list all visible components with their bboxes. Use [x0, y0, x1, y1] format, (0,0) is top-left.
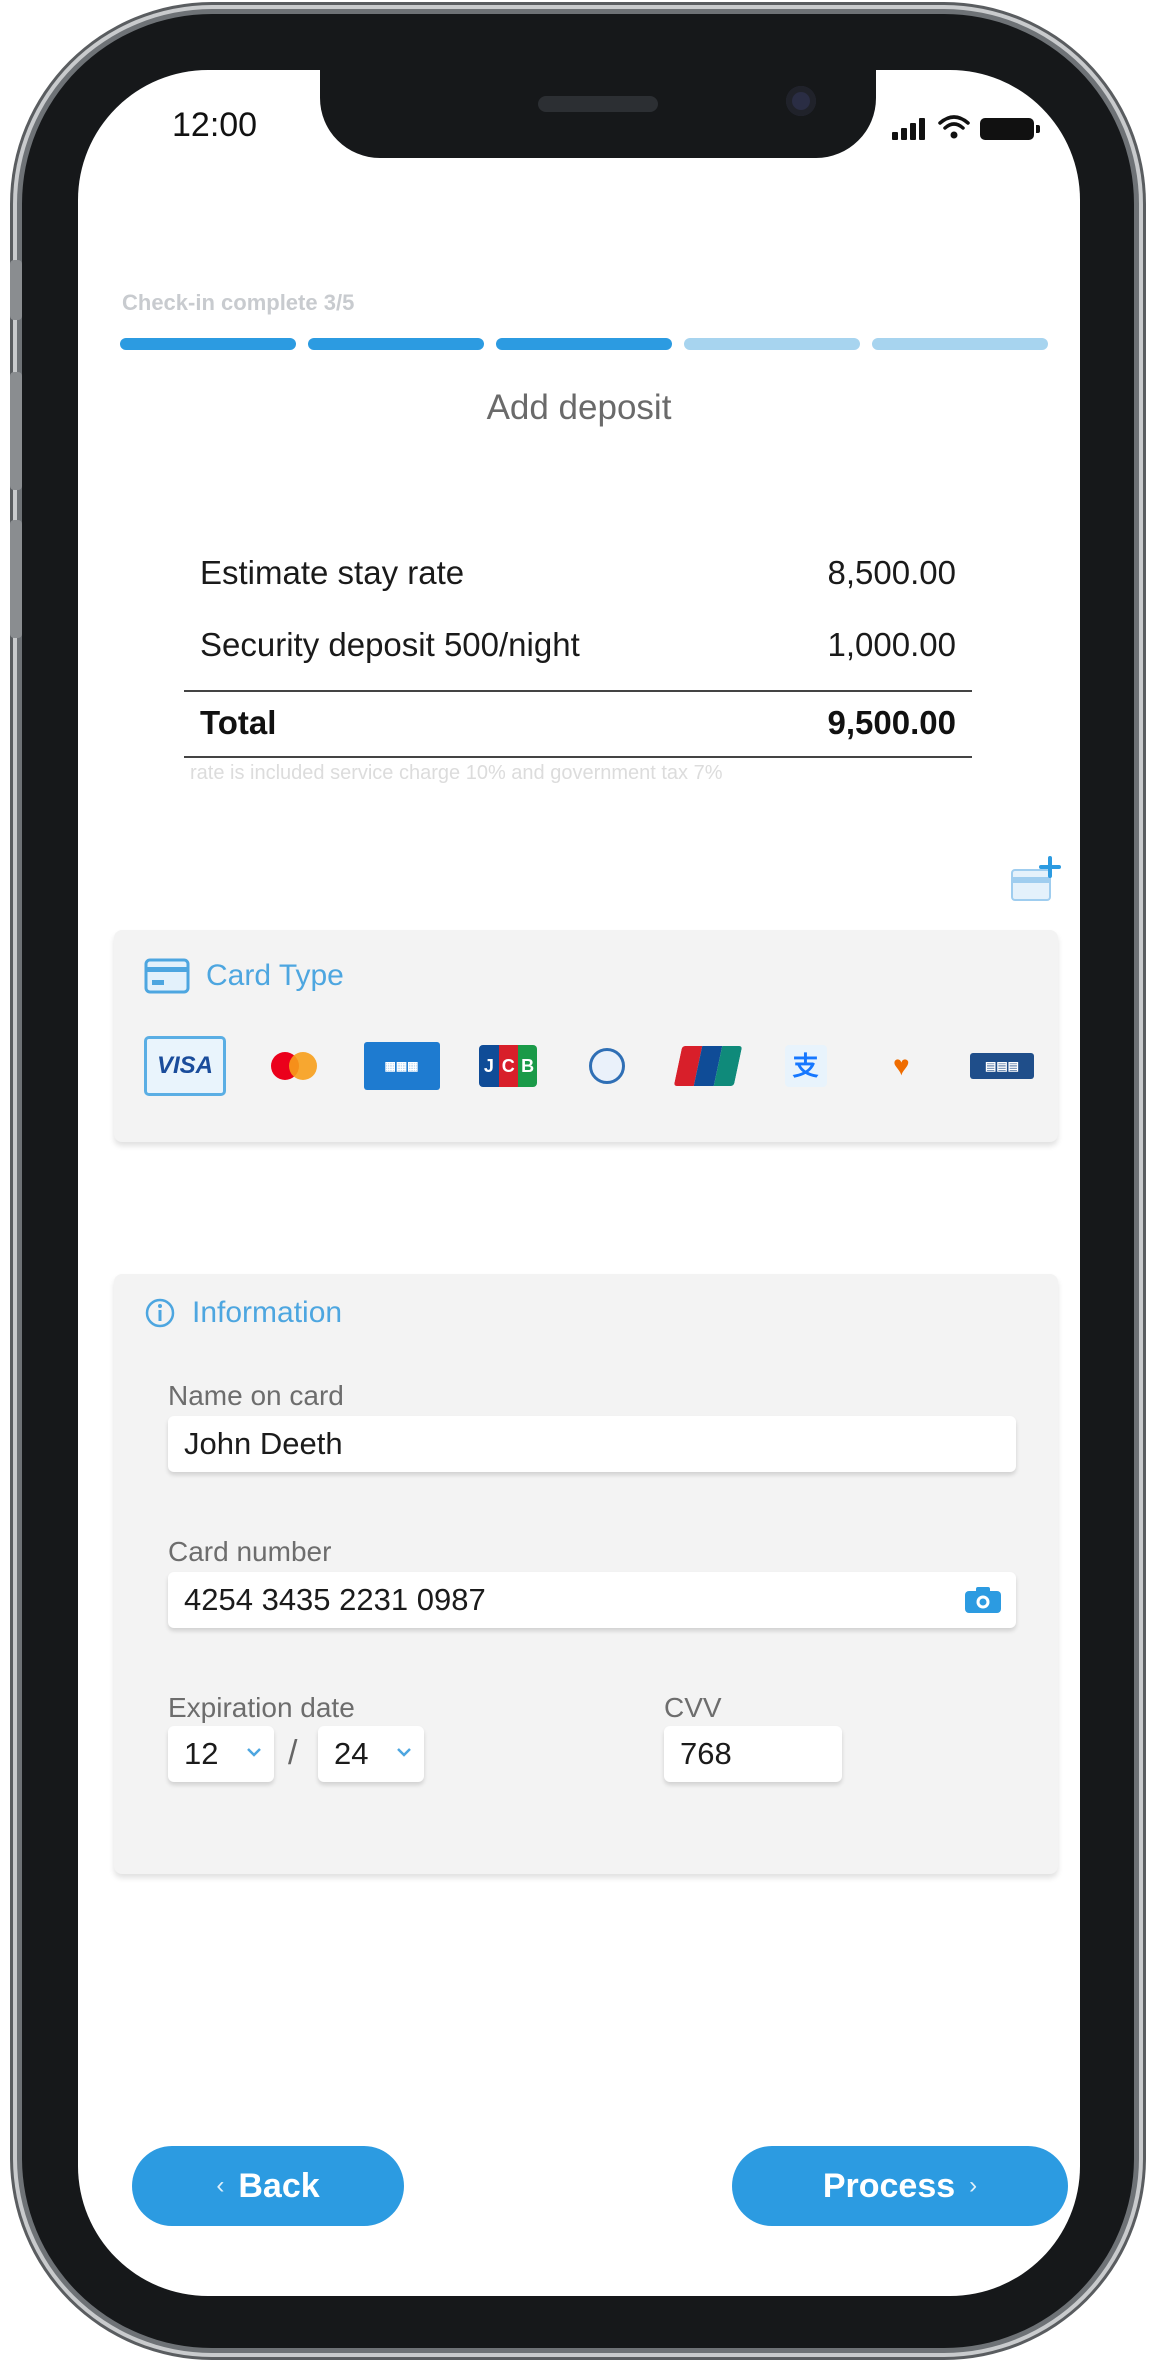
card-number-field[interactable]: 4254 3435 2231 0987 [168, 1572, 1016, 1628]
process-button-label: Process [822, 2166, 956, 2205]
page-title: Add deposit [486, 388, 672, 427]
front-camera [786, 86, 816, 116]
progress-bar [120, 338, 1048, 350]
mute-switch [10, 260, 22, 320]
credit-card-icon [144, 958, 190, 994]
summary-row-label: Estimate stay rate [200, 554, 465, 591]
bank-card-logo: ▤▤▤ [970, 1053, 1034, 1079]
expiration-month-select[interactable]: 12 [168, 1726, 274, 1782]
jcb-logo: JCB [479, 1045, 538, 1087]
app-screen: 12:00 Check-in complete 3/5 Add deposit … [78, 70, 1080, 2296]
deposit-summary: Estimate stay rate 8,500.00 Security dep… [184, 540, 972, 785]
total-label: Total [200, 704, 277, 741]
jcb-card-option[interactable]: JCB [478, 1039, 538, 1093]
truemoney-logo: ♥ [892, 1050, 910, 1081]
tax-note: rate is included service charge 10% and … [190, 762, 723, 784]
progress-segment [308, 338, 484, 350]
camera-scan-icon[interactable] [964, 1586, 1002, 1614]
mastercard-card-option[interactable] [265, 1039, 325, 1093]
card-number-value: 4254 3435 2231 0987 [184, 1582, 486, 1617]
card-type-panel: Card Type VISA ▦▦▦ JCB 支 ♥ ▤▤▤ [114, 930, 1058, 1142]
chevron-right-icon: › [969, 2172, 978, 2199]
notch [320, 70, 876, 158]
process-button[interactable]: Process › [732, 2146, 1068, 2226]
expiration-month-value: 12 [184, 1736, 219, 1771]
alipay-logo: 支 [784, 1045, 827, 1087]
back-button[interactable]: ‹ Back [132, 2146, 404, 2226]
chevron-down-icon [397, 1748, 411, 1757]
progress-segment [120, 338, 296, 350]
visa-card-option[interactable]: VISA [144, 1036, 226, 1096]
card-brand-list: VISA ▦▦▦ JCB 支 ♥ ▤▤▤ [144, 1036, 1034, 1096]
summary-row-value: 1,000.00 [827, 626, 956, 663]
summary-total-row: Total 9,500.00 [184, 690, 972, 758]
information-heading: Information [144, 1296, 342, 1330]
volume-up-button [10, 372, 22, 490]
speaker [538, 96, 658, 112]
date-separator: / [288, 1734, 298, 1772]
unionpay-logo [673, 1046, 743, 1086]
bank-card-option[interactable]: ▤▤▤ [970, 1039, 1034, 1093]
expiration-date-label: Expiration date [168, 1692, 355, 1723]
expiration-year-select[interactable]: 24 [318, 1726, 424, 1782]
back-button-label: Back [238, 2166, 320, 2205]
information-title: Information [192, 1296, 343, 1329]
summary-row-value: 8,500.00 [827, 554, 956, 591]
battery-icon [980, 118, 1040, 140]
info-icon [145, 1298, 175, 1328]
card-number-label: Card number [168, 1536, 332, 1567]
add-card-icon[interactable] [1010, 856, 1062, 906]
status-time: 12:00 [172, 106, 258, 144]
progress-segment [684, 338, 860, 350]
amex-card-option[interactable]: ▦▦▦ [363, 1039, 440, 1093]
diners-club-card-option[interactable] [577, 1039, 637, 1093]
summary-row-stay-rate: Estimate stay rate 8,500.00 [184, 540, 972, 612]
status-icons [892, 114, 1040, 140]
truemoney-card-option[interactable]: ♥ [871, 1039, 931, 1093]
card-type-title: Card Type [206, 959, 344, 992]
signal-icon [892, 118, 928, 140]
name-on-card-label: Name on card [168, 1380, 344, 1411]
summary-row-security-deposit: Security deposit 500/night 1,000.00 [184, 612, 972, 684]
chevron-left-icon: ‹ [216, 2172, 225, 2199]
amex-logo: ▦▦▦ [363, 1042, 440, 1090]
cvv-field[interactable]: 768 [664, 1726, 842, 1782]
volume-down-button [10, 520, 22, 638]
diners-logo [589, 1048, 625, 1084]
alipay-card-option[interactable]: 支 [779, 1039, 833, 1093]
total-value: 9,500.00 [827, 704, 956, 741]
expiration-year-value: 24 [334, 1736, 369, 1771]
progress-segment [872, 338, 1048, 350]
information-panel: Information Name on card John Deeth Card… [114, 1274, 1058, 1874]
unionpay-card-option[interactable] [673, 1039, 743, 1093]
card-type-heading: Card Type [144, 958, 344, 994]
name-on-card-field[interactable]: John Deeth [168, 1416, 1016, 1472]
cvv-label: CVV [664, 1692, 722, 1723]
progress-label: Check-in complete 3/5 [122, 290, 355, 315]
progress-segment [496, 338, 672, 350]
summary-row-label: Security deposit 500/night [200, 626, 580, 663]
visa-logo-text: VISA [156, 1052, 213, 1079]
chevron-down-icon [247, 1748, 261, 1757]
wifi-icon [938, 115, 970, 139]
